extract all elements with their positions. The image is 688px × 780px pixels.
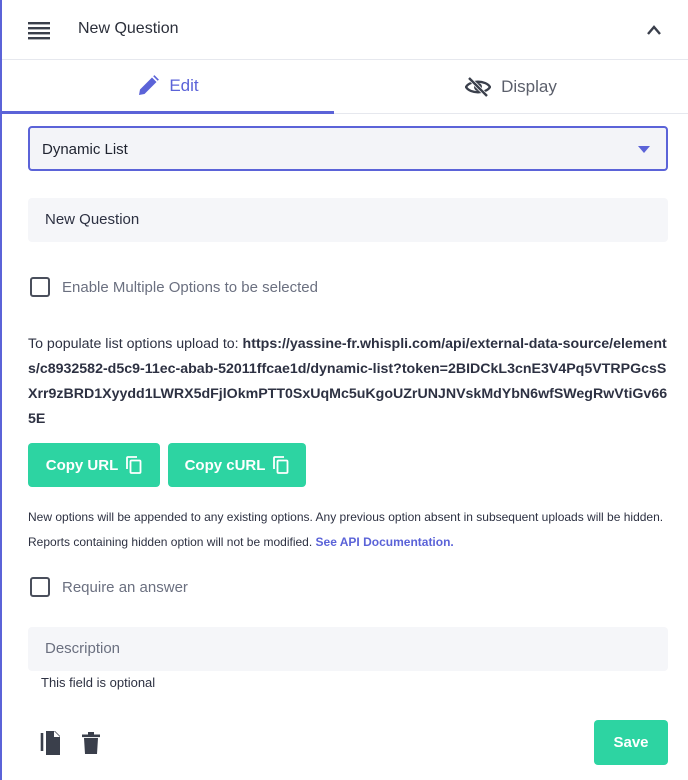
copy-url-label: Copy URL — [45, 456, 119, 474]
editor-tabs: Edit Display — [2, 60, 688, 114]
require-answer-row[interactable]: Require an answer — [30, 576, 188, 598]
tab-edit[interactable]: Edit — [2, 60, 334, 114]
description-helper: This field is optional — [41, 675, 156, 690]
drag-handle-icon[interactable] — [28, 22, 50, 40]
description-input[interactable]: Description — [28, 627, 668, 671]
copy-url-button[interactable]: Copy URL — [28, 443, 160, 487]
question-type-select[interactable]: Dynamic List — [28, 126, 668, 171]
save-label: Save — [613, 734, 649, 751]
question-header: New Question — [2, 0, 688, 60]
description-placeholder: Description — [45, 640, 121, 657]
question-editor-panel: New Question Edit Display Dynamic List N… — [0, 0, 688, 780]
duplicate-icon[interactable] — [39, 730, 61, 756]
chevron-up-icon[interactable] — [646, 24, 662, 36]
multiple-options-row[interactable]: Enable Multiple Options to be selected — [30, 276, 318, 298]
trash-icon[interactable] — [82, 732, 100, 754]
eye-slash-icon — [465, 76, 492, 97]
upload-notes: New options will be appended to any exis… — [28, 505, 678, 555]
copy-curl-button[interactable]: Copy cURL — [168, 443, 306, 487]
copy-icon — [126, 456, 142, 474]
copy-curl-label: Copy cURL — [184, 456, 266, 474]
tab-edit-label: Edit — [169, 75, 199, 95]
question-text-input[interactable]: New Question — [28, 198, 668, 242]
question-type-value: Dynamic List — [42, 141, 128, 158]
save-button[interactable]: Save — [594, 720, 668, 765]
tab-display[interactable]: Display — [334, 60, 688, 114]
multiple-options-checkbox[interactable] — [30, 277, 50, 297]
upload-prefix: To populate list options upload to: — [28, 336, 243, 352]
api-docs-link[interactable]: See API Documentation. — [316, 535, 454, 549]
require-answer-checkbox[interactable] — [30, 577, 50, 597]
copy-icon — [273, 456, 289, 474]
require-answer-label: Require an answer — [62, 578, 188, 596]
tab-display-label: Display — [501, 76, 557, 96]
multiple-options-label: Enable Multiple Options to be selected — [62, 278, 318, 296]
question-title: New Question — [78, 20, 179, 37]
upload-instructions: To populate list options upload to: http… — [28, 332, 668, 432]
pencil-icon — [139, 74, 160, 95]
question-text-value: New Question — [45, 211, 140, 228]
caret-down-icon — [638, 146, 650, 153]
